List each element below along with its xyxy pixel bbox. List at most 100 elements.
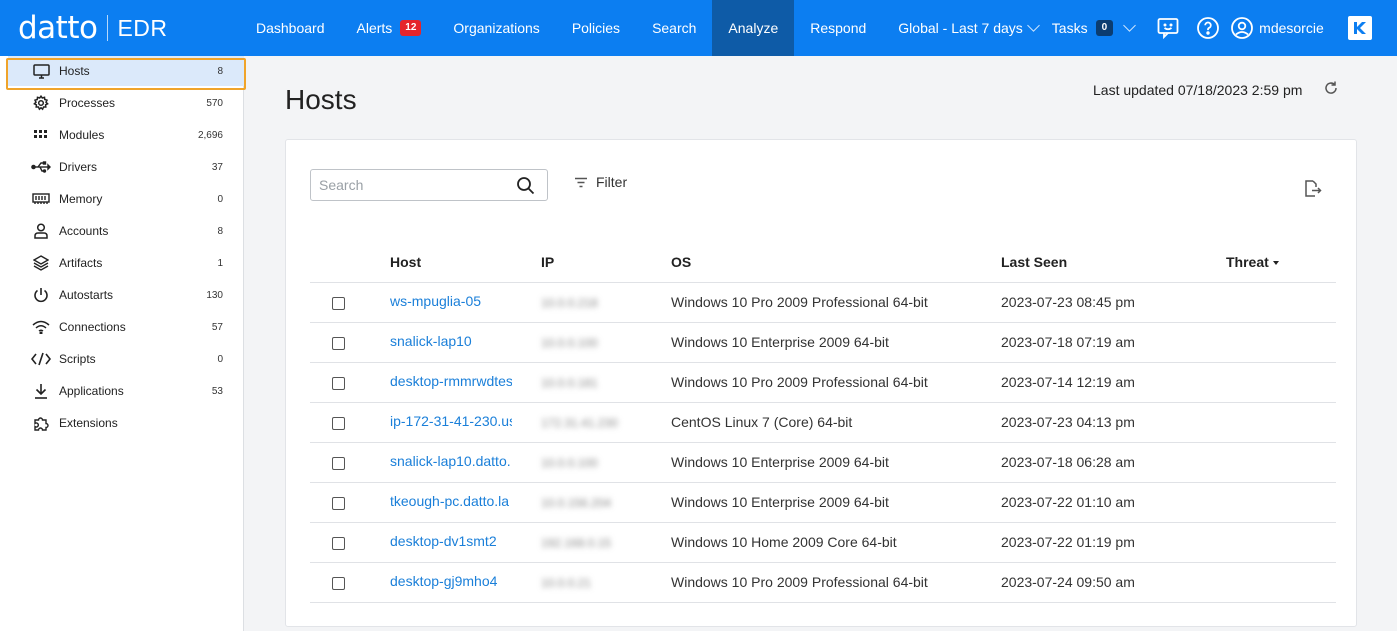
sidebar-item-scripts[interactable]: Scripts 0 <box>8 344 244 374</box>
sidebar-item-applications[interactable]: Applications 53 <box>8 376 244 406</box>
kaseya-logo-icon[interactable] <box>1347 16 1372 40</box>
person-icon <box>30 223 52 239</box>
download-icon <box>30 383 52 399</box>
filter-button[interactable]: Filter <box>574 174 627 190</box>
scope-label: Global - Last 7 days <box>898 20 1023 36</box>
scope-dropdown[interactable]: Global - Last 7 days <box>898 19 1040 36</box>
last-seen-cell: 2023-07-23 04:13 pm <box>1001 402 1226 443</box>
nav-respond[interactable]: Respond <box>794 0 882 56</box>
table-row: ip-172-31-41-230.us 172.31.41.230 CentOS… <box>310 402 1336 443</box>
column-header-os[interactable]: OS <box>671 242 1001 283</box>
tasks-dropdown[interactable]: Tasks 0 <box>1051 19 1137 36</box>
column-header-ip[interactable]: IP <box>541 242 671 283</box>
sidebar-item-memory[interactable]: Memory 0 <box>8 184 244 214</box>
sort-desc-icon <box>1272 261 1279 266</box>
sidebar-item-autostarts[interactable]: Autostarts 130 <box>8 280 244 310</box>
modules-grid-icon <box>30 130 52 140</box>
sidebar-item-artifacts[interactable]: Artifacts 1 <box>8 248 244 278</box>
nav-analyze[interactable]: Analyze <box>712 0 795 56</box>
sidebar-item-label: Autostarts <box>59 288 114 302</box>
help-icon[interactable] <box>1196 16 1220 40</box>
sidebar-item-label: Processes <box>59 96 116 110</box>
sidebar-item-connections[interactable]: Connections 57 <box>8 312 244 342</box>
ip-address: 10.0.0.181 <box>541 376 598 390</box>
host-link[interactable]: snalick-lap10.datto. <box>390 453 511 469</box>
table-row: snalick-lap10.datto. 10.0.0.100 Windows … <box>310 442 1336 483</box>
sidebar-item-hosts[interactable]: Hosts 8 <box>8 56 244 86</box>
search-input[interactable] <box>311 177 507 193</box>
sidebar-item-accounts[interactable]: Accounts 8 <box>8 216 244 246</box>
os-cell: Windows 10 Enterprise 2009 64-bit <box>671 322 1001 363</box>
row-checkbox[interactable] <box>332 416 345 430</box>
feedback-icon[interactable] <box>1156 16 1180 40</box>
table-row: tkeough-pc.datto.la 10.0.156.204 Windows… <box>310 482 1336 523</box>
nav-analyze-label: Analyze <box>728 20 779 36</box>
select-column-header <box>310 242 390 283</box>
host-link[interactable]: snalick-lap10 <box>390 333 472 349</box>
sidebar-item-count: 1 <box>217 257 223 269</box>
export-icon[interactable] <box>1302 178 1322 203</box>
search-icon[interactable] <box>516 176 535 200</box>
threat-cell <box>1226 362 1336 403</box>
product-name: EDR <box>117 14 168 41</box>
ip-address: 10.0.156.204 <box>541 496 612 510</box>
column-header-host[interactable]: Host <box>390 242 541 283</box>
os-cell: Windows 10 Pro 2009 Professional 64-bit <box>671 282 1001 323</box>
row-checkbox[interactable] <box>332 496 345 510</box>
sidebar-item-label: Applications <box>59 384 124 398</box>
row-checkbox[interactable] <box>332 336 345 350</box>
host-link[interactable]: tkeough-pc.datto.la <box>390 493 509 509</box>
table-row: ws-mpuglia-05 10.0.0.218 Windows 10 Pro … <box>310 282 1336 323</box>
layers-icon <box>30 255 52 271</box>
row-checkbox[interactable] <box>332 536 345 550</box>
row-checkbox[interactable] <box>332 576 345 590</box>
gear-icon <box>30 95 52 111</box>
search-field[interactable] <box>310 169 548 201</box>
nav-policies[interactable]: Policies <box>556 0 636 56</box>
host-link[interactable]: desktop-dv1smt2 <box>390 533 497 549</box>
sidebar-item-processes[interactable]: Processes 570 <box>8 88 244 118</box>
column-header-last-seen[interactable]: Last Seen <box>1001 242 1226 283</box>
nav-dashboard-label: Dashboard <box>256 20 325 36</box>
row-checkbox[interactable] <box>332 376 345 390</box>
sidebar-item-label: Extensions <box>59 416 118 430</box>
chevron-down-icon <box>1026 19 1040 32</box>
hosts-card: Filter Host IP OS Last Seen Threat ws-mp… <box>285 139 1357 627</box>
user-avatar-icon <box>1231 17 1254 39</box>
sidebar-item-label: Hosts <box>59 64 90 78</box>
username: mdesorcie <box>1259 20 1324 36</box>
puzzle-icon <box>30 415 52 431</box>
nav-dashboard[interactable]: Dashboard <box>240 0 341 56</box>
host-link[interactable]: desktop-rmmrwdtest <box>390 373 512 389</box>
sidebar-item-drivers[interactable]: Drivers 37 <box>8 152 244 182</box>
sidebar: Hosts 8 Processes 570 Modules 2,696 Driv… <box>0 56 244 631</box>
ip-address: 10.0.0.100 <box>541 456 598 470</box>
sidebar-item-extensions[interactable]: Extensions <box>8 408 244 438</box>
top-nav-bar: datto EDR Dashboard Alerts 12 Organizatio… <box>0 0 1397 56</box>
nav-policies-label: Policies <box>571 20 621 36</box>
sidebar-item-modules[interactable]: Modules 2,696 <box>8 120 244 150</box>
refresh-icon[interactable] <box>1323 80 1339 101</box>
threat-cell <box>1226 402 1336 443</box>
column-header-threat[interactable]: Threat <box>1226 242 1336 283</box>
sidebar-item-label: Modules <box>59 128 105 142</box>
host-link[interactable]: desktop-gj9mho4 <box>390 573 497 589</box>
header-right: Global - Last 7 days Tasks 0 mdesorcie <box>898 0 1372 56</box>
user-menu[interactable]: mdesorcie <box>1230 16 1324 40</box>
nav-respond-label: Respond <box>810 20 867 36</box>
nav-alerts[interactable]: Alerts 12 <box>341 0 438 56</box>
sidebar-item-count: 570 <box>206 97 223 109</box>
nav-search[interactable]: Search <box>636 0 712 56</box>
host-link[interactable]: ws-mpuglia-05 <box>390 293 481 309</box>
table-row: desktop-gj9mho4 10.0.0.21 Windows 10 Pro… <box>310 562 1336 603</box>
row-checkbox[interactable] <box>332 296 345 310</box>
brand[interactable]: datto EDR <box>0 0 240 56</box>
tasks-label: Tasks <box>1051 20 1088 36</box>
sidebar-item-count: 57 <box>211 321 223 333</box>
nav-organizations[interactable]: Organizations <box>437 0 555 56</box>
last-seen-cell: 2023-07-24 09:50 am <box>1001 562 1226 603</box>
row-checkbox[interactable] <box>332 456 345 470</box>
main-nav: Dashboard Alerts 12 Organizations Policie… <box>240 0 882 56</box>
power-icon <box>30 287 52 303</box>
host-link[interactable]: ip-172-31-41-230.us <box>390 413 512 429</box>
